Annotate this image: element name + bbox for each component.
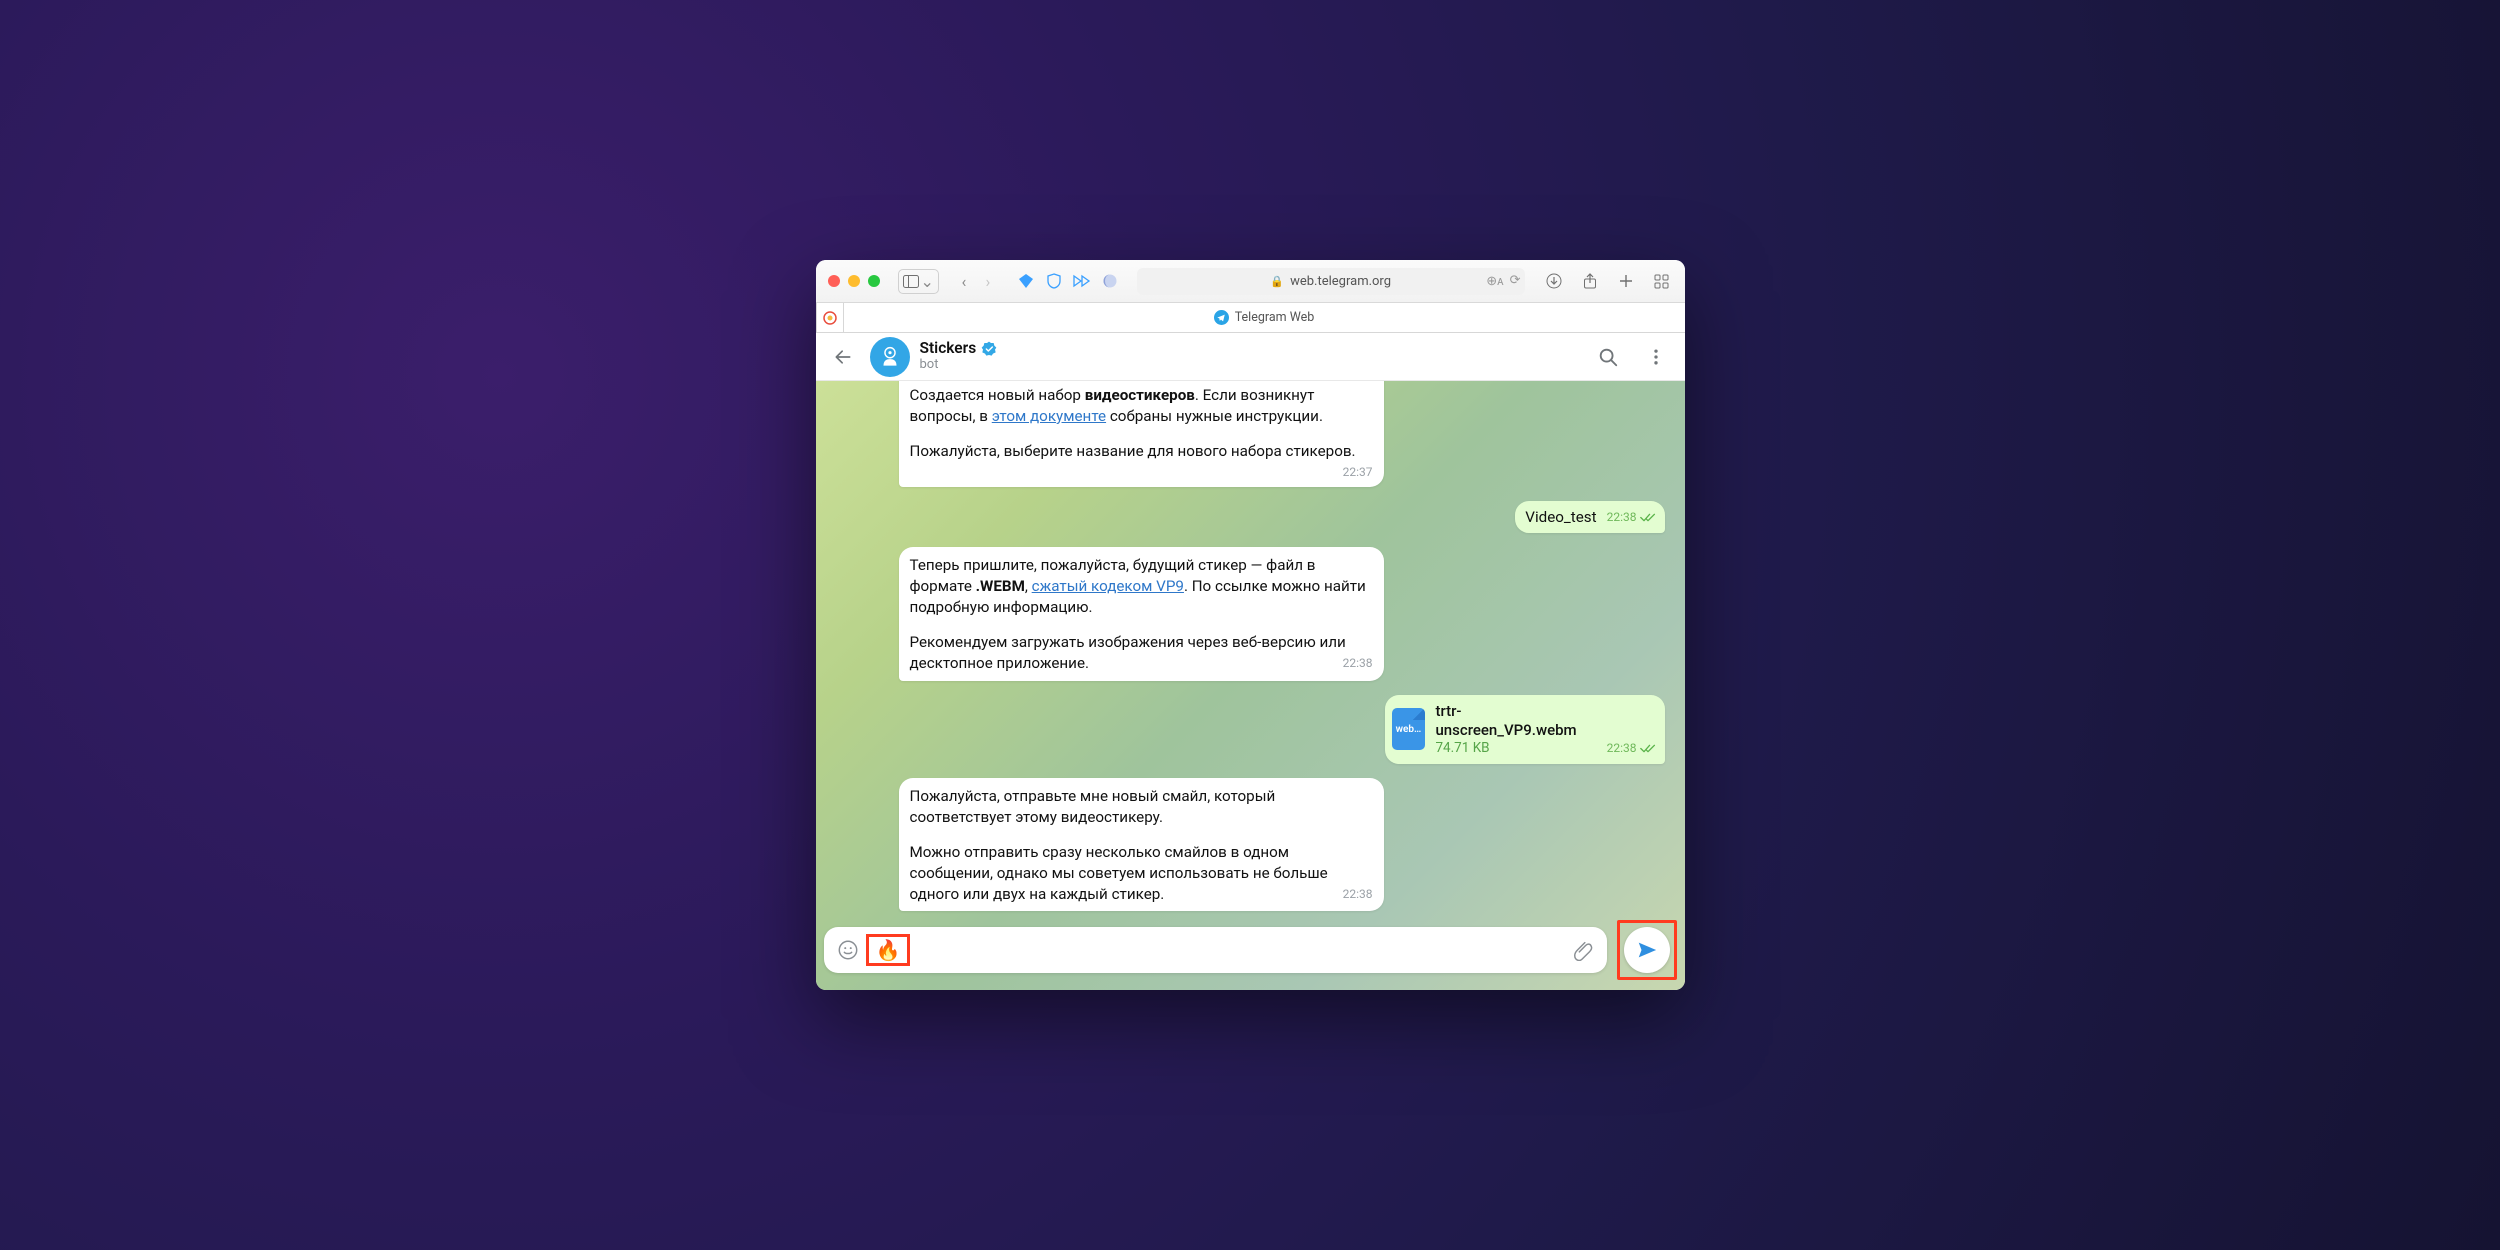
lock-icon: 🔒 [1270,275,1284,288]
chat-subtitle: bot [920,358,998,373]
chat-title: Stickers [920,340,977,358]
message-composer: 🔥 [824,927,1607,973]
message-time: 22:37 [1343,464,1373,481]
read-checks-icon [1640,743,1656,754]
browser-toolbar: ⌄ ‹ › 🔒 web.telegram.org ⊕ᴀ ⟳ [816,260,1685,303]
emoji-button[interactable] [834,936,862,964]
browser-window: ⌄ ‹ › 🔒 web.telegram.org ⊕ᴀ ⟳ [816,260,1685,990]
message-time: 22:38 [1607,740,1656,757]
tab-title: Telegram Web [1235,310,1315,325]
message-text: Video_test [1525,508,1596,526]
window-controls [828,275,880,287]
search-icon [1597,346,1619,368]
verified-icon [981,341,997,357]
sidebar-toggle-button[interactable]: ⌄ [898,269,939,294]
chat-header: Stickers bot [816,333,1685,381]
message-time: 22:38 [1607,509,1656,526]
share-button[interactable] [1579,270,1601,292]
bot-message[interactable]: Пожалуйста, отправьте мне новый смайл, к… [899,778,1384,912]
send-icon [1636,939,1658,961]
composer-row: 🔥 [816,914,1685,990]
sidebar-icon [903,275,919,288]
maximize-window-button[interactable] [868,275,880,287]
sticker-avatar-icon [877,344,903,370]
file-name: trtr-unscreen_VP9.webm [1435,702,1576,740]
file-size: 74.71 KB [1435,740,1576,757]
nav-forward-button[interactable]: › [977,270,999,292]
send-highlight [1617,920,1677,980]
chat-title-block[interactable]: Stickers bot [920,340,998,373]
input-highlight: 🔥 [866,934,911,966]
message-list: Создается новый набор видеостикеров. Есл… [816,381,1685,914]
favicon-icon [823,311,837,325]
bot-message[interactable]: Теперь пришлите, пожалуйста, будущий сти… [899,547,1384,681]
attach-button[interactable] [1569,936,1597,964]
more-button[interactable] [1637,338,1675,376]
search-button[interactable] [1589,338,1627,376]
message-time: 22:38 [1343,655,1373,672]
send-button[interactable] [1624,927,1670,973]
address-bar[interactable]: 🔒 web.telegram.org ⊕ᴀ ⟳ [1137,268,1525,295]
url-display: web.telegram.org [1290,274,1391,289]
message-time: 22:38 [1343,886,1373,903]
downloads-button[interactable] [1543,270,1565,292]
close-window-button[interactable] [828,275,840,287]
input-emoji: 🔥 [870,938,907,962]
bot-message[interactable]: Создается новый набор видеостикеров. Есл… [899,381,1384,487]
tab-overview-button[interactable] [1651,270,1673,292]
user-file-message[interactable]: web… trtr-unscreen_VP9.webm 74.71 KB 22:… [1385,695,1665,763]
nav-back-button[interactable]: ‹ [953,270,975,292]
extension-shield-icon[interactable] [1045,272,1063,290]
tab-bar: Telegram Web [816,303,1685,333]
codec-link[interactable]: сжатый кодеком VP9 [1032,577,1184,595]
smiley-icon [837,939,859,961]
file-icon[interactable]: web… [1392,708,1426,750]
more-vertical-icon [1646,347,1666,367]
extension-fastforward-icon[interactable] [1073,272,1091,290]
chat-avatar[interactable] [870,337,910,377]
chevron-down-icon: ⌄ [921,272,934,291]
extension-moon-icon[interactable] [1101,272,1119,290]
message-input[interactable]: 🔥 [862,934,1569,966]
minimize-window-button[interactable] [848,275,860,287]
new-tab-button[interactable] [1615,270,1637,292]
read-checks-icon [1640,512,1656,523]
reload-icon[interactable]: ⟳ [1510,273,1521,289]
arrow-left-icon [833,347,853,367]
extension-diamond-icon[interactable] [1017,272,1035,290]
back-button[interactable] [826,340,860,374]
pinned-tab[interactable] [816,303,844,332]
telegram-favicon-icon [1214,310,1229,325]
paperclip-icon [1572,939,1594,961]
user-message[interactable]: Video_test 22:38 [1515,501,1664,533]
doc-link[interactable]: этом документе [992,407,1106,425]
translate-icon[interactable]: ⊕ᴀ [1486,273,1503,289]
chat-area: Stickers bot Создается новый набор видео… [816,333,1685,990]
active-tab[interactable]: Telegram Web [844,303,1685,332]
